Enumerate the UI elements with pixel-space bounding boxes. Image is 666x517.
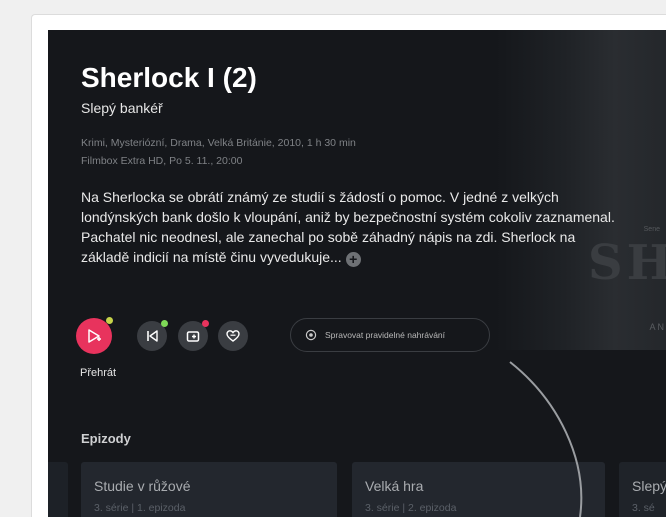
episode-card-title: Studie v růžové bbox=[94, 478, 191, 494]
play-plus-icon bbox=[86, 328, 102, 344]
episode-card-title: Velká hra bbox=[365, 478, 424, 494]
restart-button[interactable] bbox=[137, 320, 168, 351]
episode-card-subtitle: 3. série | 2. epizoda bbox=[365, 502, 457, 514]
manage-recording-label: Spravovat pravidelné nahrávání bbox=[325, 330, 446, 340]
episode-card[interactable]: Velká hra 3. série | 2. epizoda bbox=[352, 462, 605, 517]
record-series-icon bbox=[305, 329, 317, 341]
episode-card[interactable]: Slepý 3. sé bbox=[619, 462, 666, 517]
skip-back-icon bbox=[145, 329, 159, 343]
record-icon bbox=[186, 329, 200, 343]
heart-icon bbox=[226, 329, 240, 343]
description: Na Sherlocka se obrátí známý ze studií s… bbox=[81, 187, 626, 267]
episode-card-subtitle: 3. sé bbox=[632, 502, 655, 514]
episode-card-subtitle: 3. série | 1. epizoda bbox=[94, 502, 186, 514]
record-button[interactable] bbox=[178, 320, 209, 351]
page-title: Sherlock I (2) bbox=[81, 62, 257, 93]
manage-recording-button[interactable]: Spravovat pravidelné nahrávání bbox=[290, 318, 490, 352]
restart-status-dot bbox=[161, 320, 168, 327]
episode-card-title: Slepý bbox=[632, 478, 666, 494]
record-status-dot bbox=[202, 320, 209, 327]
episode-card[interactable] bbox=[48, 462, 68, 517]
poster-tiny-text: Sene bbox=[643, 226, 660, 233]
episodes-heading: Epizody bbox=[81, 431, 131, 446]
detail-panel: Sene SH A N Sherlock I (2) Slepý bankéř … bbox=[48, 30, 666, 517]
episode-card[interactable]: Studie v růžové 3. série | 1. epizoda bbox=[81, 462, 337, 517]
broadcast-meta: Filmbox Extra HD, Po 5. 11., 20:00 bbox=[81, 155, 243, 167]
play-status-dot bbox=[106, 317, 113, 324]
expand-description-button[interactable]: + bbox=[345, 252, 361, 267]
favorite-button[interactable] bbox=[218, 321, 248, 351]
play-button[interactable] bbox=[76, 317, 113, 354]
action-bar: Přehrát Spravovat pravidelné nahrávání bbox=[76, 317, 666, 388]
episode-title: Slepý bankéř bbox=[81, 100, 163, 116]
play-label: Přehrát bbox=[80, 367, 117, 379]
genre-meta: Krimi, Mysteriózní, Drama, Velká Británi… bbox=[81, 137, 356, 149]
